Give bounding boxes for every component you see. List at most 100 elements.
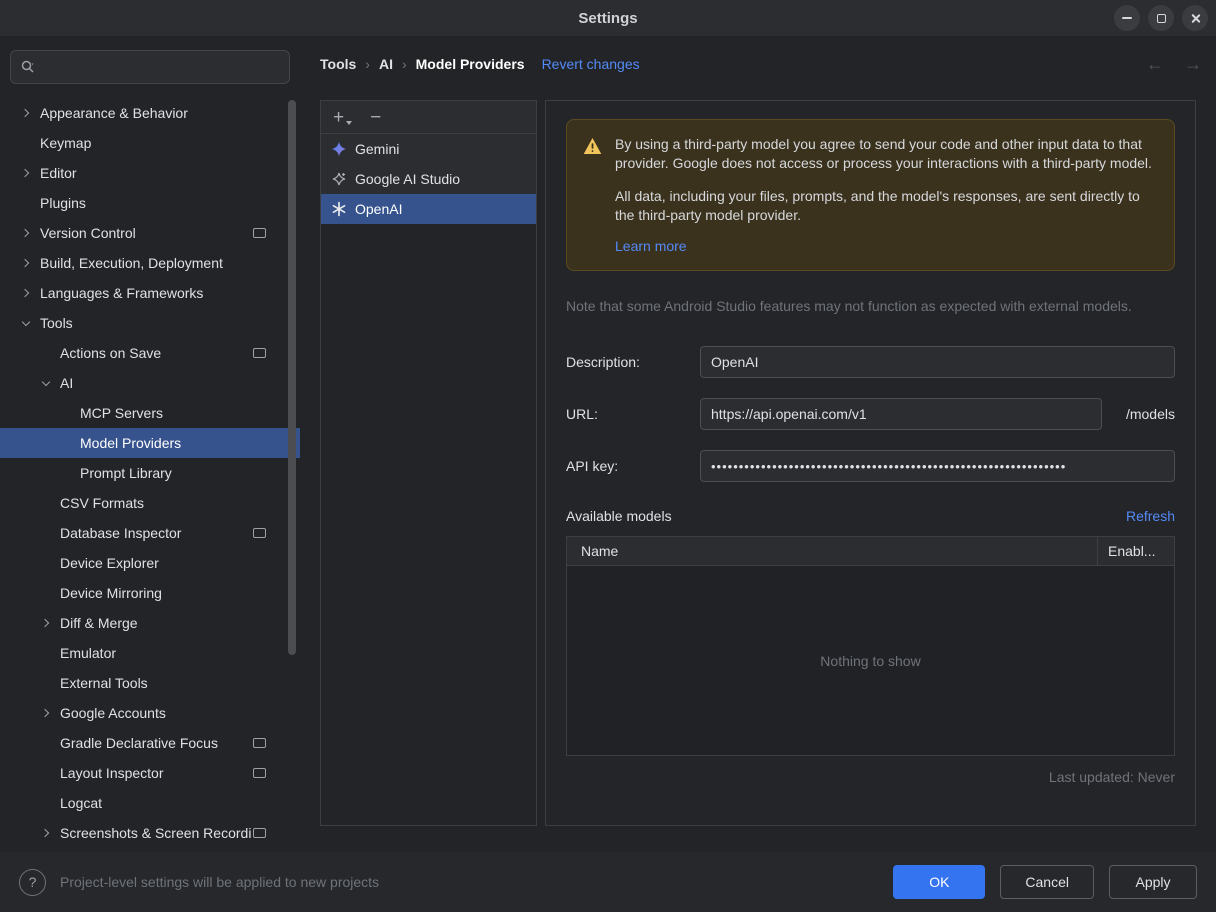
chevron-icon[interactable] bbox=[12, 290, 40, 296]
sidebar-item-emulator[interactable]: Emulator bbox=[0, 638, 300, 668]
add-provider-button[interactable]: + bbox=[333, 108, 352, 127]
sidebar-item-external-tools[interactable]: External Tools bbox=[0, 668, 300, 698]
sidebar-item-csv-formats[interactable]: CSV Formats bbox=[0, 488, 300, 518]
sidebar-item-diff-merge[interactable]: Diff & Merge bbox=[0, 608, 300, 638]
provider-item-gemini[interactable]: Gemini bbox=[321, 134, 536, 164]
forward-arrow-icon[interactable]: → bbox=[1184, 54, 1202, 75]
sidebar-item-label: CSV Formats bbox=[60, 495, 144, 511]
sidebar-item-logcat[interactable]: Logcat bbox=[0, 788, 300, 818]
sidebar-item-label: Device Explorer bbox=[60, 555, 159, 571]
back-arrow-icon[interactable]: ← bbox=[1146, 54, 1164, 75]
sidebar-item-label: Diff & Merge bbox=[60, 615, 138, 631]
search-icon bbox=[20, 59, 36, 75]
sidebar-item-version-control[interactable]: Version Control bbox=[0, 218, 300, 248]
close-button[interactable] bbox=[1182, 5, 1208, 31]
chevron-icon[interactable] bbox=[12, 260, 40, 266]
sidebar-item-label: Version Control bbox=[40, 225, 136, 241]
sidebar-item-database-inspector[interactable]: Database Inspector bbox=[0, 518, 300, 548]
sidebar-item-ai[interactable]: AI bbox=[0, 368, 300, 398]
sidebar-item-screenshots-screen-recordi[interactable]: Screenshots & Screen Recordi bbox=[0, 818, 300, 848]
sidebar-item-actions-on-save[interactable]: Actions on Save bbox=[0, 338, 300, 368]
sidebar-item-build-execution-deployment[interactable]: Build, Execution, Deployment bbox=[0, 248, 300, 278]
provider-item-openai[interactable]: OpenAI bbox=[321, 194, 536, 224]
chevron-icon[interactable] bbox=[32, 710, 60, 716]
sidebar-item-device-mirroring[interactable]: Device Mirroring bbox=[0, 578, 300, 608]
learn-more-link[interactable]: Learn more bbox=[615, 238, 687, 254]
minimize-button[interactable] bbox=[1114, 5, 1140, 31]
plus-icon: + bbox=[333, 108, 344, 127]
chevron-icon[interactable] bbox=[32, 620, 60, 626]
breadcrumb-ai[interactable]: AI bbox=[379, 56, 393, 72]
sidebar-item-label: Screenshots & Screen Recordi bbox=[60, 825, 251, 841]
provider-list-panel: + − Gemini Google AI Studio OpenAI bbox=[320, 100, 537, 826]
sidebar-item-google-accounts[interactable]: Google Accounts bbox=[0, 698, 300, 728]
question-mark-icon: ? bbox=[29, 874, 37, 890]
sidebar-item-label: AI bbox=[60, 375, 73, 391]
sidebar-item-editor[interactable]: Editor bbox=[0, 158, 300, 188]
ai-studio-icon bbox=[331, 171, 347, 187]
api-key-row: API key: bbox=[566, 450, 1175, 482]
sidebar-item-layout-inspector[interactable]: Layout Inspector bbox=[0, 758, 300, 788]
revert-changes-link[interactable]: Revert changes bbox=[542, 56, 640, 72]
chevron-icon[interactable] bbox=[12, 230, 40, 236]
sidebar-scrollbar[interactable] bbox=[288, 100, 296, 655]
sidebar-item-model-providers[interactable]: Model Providers bbox=[0, 428, 300, 458]
breadcrumb-tools[interactable]: Tools bbox=[320, 56, 356, 72]
scope-indicator-icon bbox=[253, 828, 266, 838]
provider-item-label: Google AI Studio bbox=[355, 171, 460, 187]
available-models-header: Available models Refresh bbox=[566, 508, 1175, 524]
warning-paragraph-1: By using a third-party model you agree t… bbox=[615, 135, 1155, 173]
chevron-icon[interactable] bbox=[12, 170, 40, 176]
window-title: Settings bbox=[578, 10, 637, 27]
help-button[interactable]: ? bbox=[19, 869, 46, 896]
column-enabled: Enabl... bbox=[1098, 543, 1174, 559]
sidebar-item-languages-frameworks[interactable]: Languages & Frameworks bbox=[0, 278, 300, 308]
titlebar: Settings bbox=[0, 0, 1216, 36]
settings-tree: Appearance & Behavior Keymap Editor Plug… bbox=[0, 98, 300, 852]
available-models-label: Available models bbox=[566, 508, 672, 524]
url-input[interactable] bbox=[700, 398, 1102, 430]
close-icon bbox=[1190, 13, 1201, 24]
sidebar-item-device-explorer[interactable]: Device Explorer bbox=[0, 548, 300, 578]
scope-indicator-icon bbox=[253, 228, 266, 238]
sidebar-item-label: Database Inspector bbox=[60, 525, 181, 541]
chevron-icon[interactable] bbox=[32, 830, 60, 836]
sidebar-item-plugins[interactable]: Plugins bbox=[0, 188, 300, 218]
sidebar-item-label: Tools bbox=[40, 315, 73, 331]
settings-search-field[interactable] bbox=[10, 50, 290, 84]
apply-button[interactable]: Apply bbox=[1109, 865, 1197, 899]
provider-list: Gemini Google AI Studio OpenAI bbox=[321, 134, 536, 224]
external-models-note: Note that some Android Studio features m… bbox=[566, 298, 1175, 314]
openai-icon bbox=[331, 201, 347, 217]
sidebar-item-keymap[interactable]: Keymap bbox=[0, 128, 300, 158]
chevron-icon[interactable] bbox=[12, 110, 40, 116]
sidebar-item-label: Plugins bbox=[40, 195, 86, 211]
remove-provider-button[interactable]: − bbox=[370, 108, 381, 127]
search-input[interactable] bbox=[42, 59, 280, 75]
description-input[interactable] bbox=[700, 346, 1175, 378]
api-key-input[interactable] bbox=[700, 450, 1175, 482]
sidebar-item-label: MCP Servers bbox=[80, 405, 163, 421]
refresh-link[interactable]: Refresh bbox=[1126, 508, 1175, 524]
sidebar-item-prompt-library[interactable]: Prompt Library bbox=[0, 458, 300, 488]
cancel-button[interactable]: Cancel bbox=[1000, 865, 1094, 899]
sidebar-item-gradle-declarative-focus[interactable]: Gradle Declarative Focus bbox=[0, 728, 300, 758]
maximize-button[interactable] bbox=[1148, 5, 1174, 31]
sidebar-item-label: Gradle Declarative Focus bbox=[60, 735, 218, 751]
provider-item-google-ai-studio[interactable]: Google AI Studio bbox=[321, 164, 536, 194]
sidebar-item-tools[interactable]: Tools bbox=[0, 308, 300, 338]
chevron-icon[interactable] bbox=[32, 381, 60, 385]
scope-indicator-icon bbox=[253, 768, 266, 778]
sidebar-item-appearance-behavior[interactable]: Appearance & Behavior bbox=[0, 98, 300, 128]
description-label: Description: bbox=[566, 354, 700, 370]
sidebar-item-label: Emulator bbox=[60, 645, 116, 661]
column-name: Name bbox=[567, 543, 1097, 559]
scope-indicator-icon bbox=[253, 738, 266, 748]
settings-sidebar: Appearance & Behavior Keymap Editor Plug… bbox=[0, 36, 300, 852]
sidebar-item-label: Layout Inspector bbox=[60, 765, 164, 781]
breadcrumb: Tools › AI › Model Providers Revert chan… bbox=[320, 52, 640, 76]
ok-button[interactable]: OK bbox=[893, 865, 985, 899]
sidebar-item-label: Appearance & Behavior bbox=[40, 105, 188, 121]
chevron-icon[interactable] bbox=[12, 321, 40, 325]
sidebar-item-mcp-servers[interactable]: MCP Servers bbox=[0, 398, 300, 428]
